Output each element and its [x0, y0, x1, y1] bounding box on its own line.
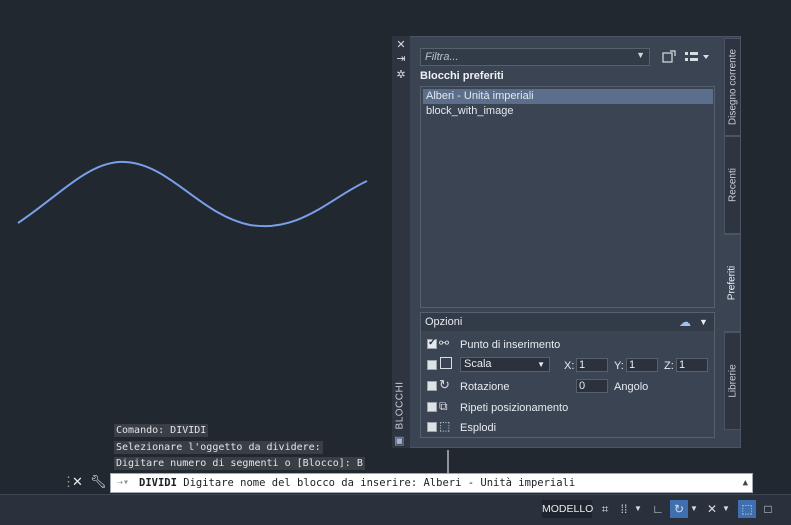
command-name: DIVIDI	[139, 477, 177, 489]
settings-icon[interactable]: ✲	[392, 68, 410, 82]
chevron-down-icon[interactable]: ▼	[537, 358, 545, 371]
chevron-down-icon[interactable]: ▼	[636, 50, 645, 60]
blocks-list[interactable]: Alberi - Unità imperiali block_with_imag…	[420, 86, 715, 308]
history-line: Selezionare l'oggetto da dividere:	[114, 441, 323, 454]
chevron-up-icon[interactable]: ▲	[743, 474, 748, 492]
history-line: Comando: DIVIDI	[114, 424, 209, 437]
scale-x-input[interactable]: 1	[576, 358, 608, 372]
list-item[interactable]: Alberi - Unità imperiali	[423, 89, 713, 104]
repeat-placement-label: Ripeti posizionamento	[460, 402, 569, 414]
osnap-icon[interactable]: ✕	[704, 500, 720, 518]
explode-icon: ⬚	[439, 419, 451, 433]
options-title: Opzioni	[425, 316, 463, 328]
explode-label: Esplodi	[460, 422, 497, 434]
rotation-icon: ↻	[439, 377, 450, 392]
tab-libraries[interactable]: Librerie	[724, 332, 741, 430]
view-options-icon[interactable]	[684, 49, 712, 65]
rotation-angle-input[interactable]: 0	[576, 379, 608, 393]
repeat-placement-icon: ⧉	[439, 399, 448, 413]
viewport-lock-icon[interactable]: □	[760, 500, 776, 518]
history-line: Digitare numero di segmenti o [Blocco]: …	[114, 457, 365, 470]
cloud-sync-icon[interactable]: ☁	[679, 313, 691, 331]
wrench-icon[interactable]: 🔧︎	[90, 474, 107, 490]
angle-label: Angolo	[614, 381, 649, 393]
filter-input[interactable]: Filtra... ▼	[420, 48, 650, 66]
scale-z-input[interactable]: 1	[676, 358, 708, 372]
scale-select[interactable]: Scala ▼	[460, 357, 550, 372]
library-title: Blocchi preferiti	[420, 70, 504, 82]
palette-vertical-title: BLOCCHI	[394, 381, 406, 430]
ortho-icon[interactable]: ∟	[650, 500, 666, 518]
close-icon[interactable]: ✕	[392, 38, 410, 52]
chevron-down-icon[interactable]: ▼	[722, 500, 730, 518]
model-tab[interactable]: MODELLO	[542, 500, 593, 518]
tab-favorites[interactable]: Preferiti	[724, 234, 741, 332]
refresh-icon[interactable]	[660, 49, 678, 65]
command-input[interactable]: ⇢▾ DIVIDI Digitare nome del blocco da in…	[110, 473, 753, 493]
insertion-point-icon: ⚯	[439, 336, 450, 350]
command-line-tools: ⋮ ✕ 🔧︎	[62, 474, 108, 492]
tab-current-drawing[interactable]: Disegno corrente	[724, 38, 741, 136]
insertion-point-checkbox[interactable]	[427, 337, 437, 349]
scale-checkbox[interactable]	[427, 360, 437, 370]
command-prompt: Digitare nome del blocco da inserire: Al…	[183, 477, 576, 489]
sine-curve[interactable]	[17, 160, 368, 228]
chevron-down-icon[interactable]: ▼	[690, 500, 698, 518]
tab-recent[interactable]: Recenti	[724, 136, 741, 234]
snap-icon[interactable]: ⁞⁞	[616, 500, 632, 518]
viewport-icon[interactable]: ⬚	[738, 500, 756, 518]
grid-icon[interactable]: ⌗	[598, 500, 612, 518]
command-prompt-icon: ⇢▾	[117, 477, 130, 488]
options-header[interactable]: Opzioni ☁ ▼	[421, 313, 714, 331]
scale-y-input[interactable]: 1	[626, 358, 658, 372]
explode-checkbox[interactable]	[427, 422, 437, 432]
scale-z-label: Z:	[664, 360, 674, 372]
scale-y-label: Y:	[614, 360, 624, 372]
rotation-checkbox[interactable]	[427, 381, 437, 391]
scale-x-label: X:	[564, 360, 575, 372]
polar-icon[interactable]: ↻	[670, 500, 688, 518]
insertion-point-label: Punto di inserimento	[460, 339, 561, 351]
repeat-placement-checkbox[interactable]	[427, 402, 437, 412]
scale-icon	[440, 357, 452, 369]
list-item[interactable]: block_with_image	[423, 104, 513, 119]
rotation-label: Rotazione	[460, 381, 510, 393]
pin-icon[interactable]: ⇥	[392, 52, 410, 66]
palette-blocks-icon: ▣	[394, 435, 405, 447]
chevron-down-icon[interactable]: ▼	[699, 313, 708, 331]
chevron-down-icon[interactable]: ▼	[634, 500, 642, 518]
close-icon[interactable]: ✕	[72, 474, 83, 490]
